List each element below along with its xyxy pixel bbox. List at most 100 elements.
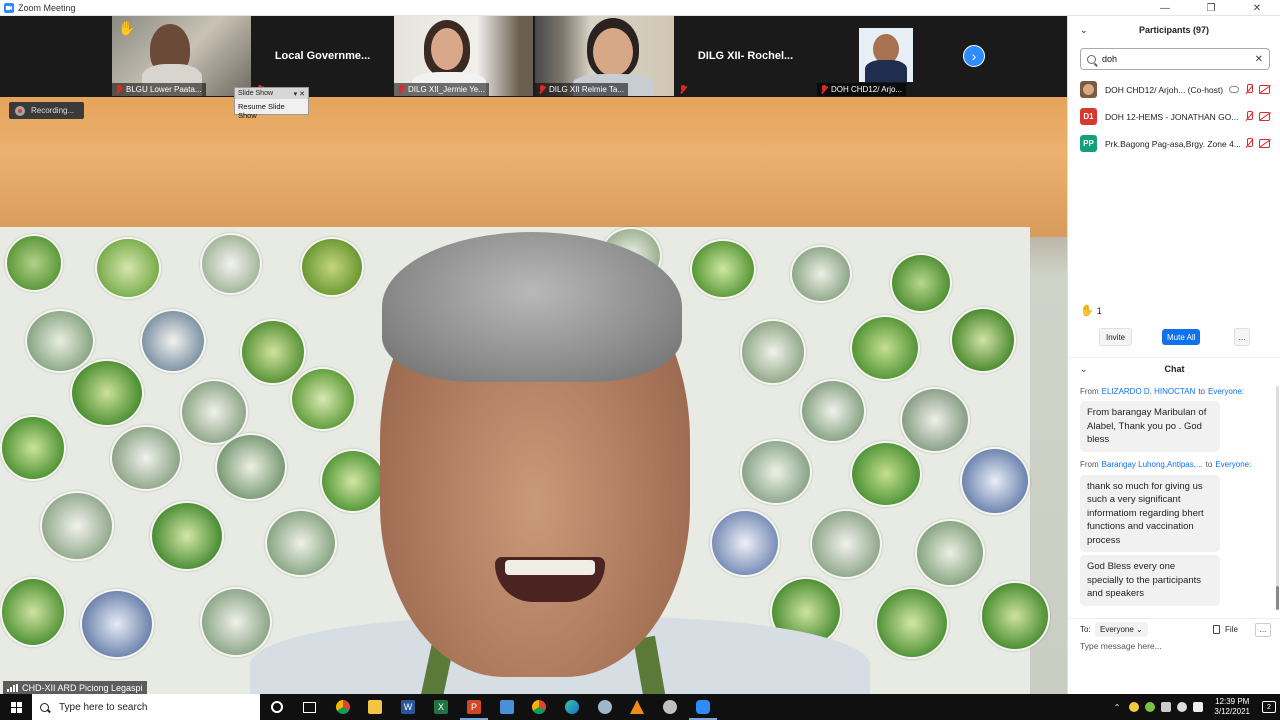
edge-icon[interactable] [563, 698, 581, 716]
powerpoint-icon[interactable]: P [460, 698, 488, 720]
chat-sender[interactable]: ELIZARDO D. HINOCTAN [1102, 387, 1196, 396]
more-options-button[interactable]: ... [1234, 328, 1250, 346]
chat-title: Chat [1164, 363, 1185, 374]
window-titlebar: Zoom Meeting — ❐ ✕ [0, 0, 1280, 16]
speaker-teeth [505, 560, 595, 575]
restore-button[interactable]: ❐ [1188, 0, 1234, 16]
active-speaker-video [0, 97, 1067, 694]
thumbnail-label: DOH CHD12/ Arjo... [817, 83, 907, 96]
seal-decoration [240, 319, 306, 385]
chat-message-input[interactable]: Type message here... [1080, 641, 1162, 651]
tray-app-icon[interactable] [1145, 702, 1156, 712]
background-wall [0, 97, 1067, 237]
chevron-up-icon[interactable]: ⌃ [1114, 703, 1121, 712]
minimize-button[interactable]: — [1142, 0, 1188, 16]
chat-scrollbar[interactable] [1276, 386, 1279, 610]
participant-thumbnail[interactable]: DOH CHD12/ Arjo... [817, 16, 956, 96]
seal-decoration [850, 441, 922, 507]
invite-button[interactable]: Invite [1099, 328, 1133, 346]
volume-icon[interactable] [1193, 702, 1204, 712]
muted-mic-icon [1244, 111, 1254, 122]
recipient-select[interactable]: Everyone ⌄ [1095, 622, 1148, 637]
seal-decoration [790, 245, 852, 303]
cortana-icon[interactable] [268, 698, 286, 716]
seal-decoration [25, 309, 95, 373]
seal-decoration [900, 387, 970, 453]
taskbar-clock[interactable]: 12:39 PM 3/12/2021 [1214, 697, 1250, 717]
participant-thumbnail[interactable]: DILG XII- Rochel... [676, 16, 815, 96]
unknown-app-icon[interactable] [661, 698, 679, 716]
participant-thumbnail[interactable]: DILG XII_Jermie Ye... [394, 16, 533, 96]
seal-decoration [915, 519, 985, 587]
system-tray: ⌃ 12:39 PM 3/12/2021 2 [1114, 694, 1280, 720]
resume-slideshow-button[interactable]: Resume Slide Show [235, 99, 308, 123]
muted-mic-icon [538, 85, 546, 94]
task-view-icon[interactable] [300, 698, 318, 716]
settings-icon[interactable] [596, 698, 614, 716]
seal-decoration [300, 237, 364, 297]
chevron-right-icon: › [971, 48, 977, 64]
collapse-chevron-icon[interactable]: ⌄ [1080, 364, 1088, 375]
store-icon[interactable] [498, 698, 516, 716]
participant-search-input[interactable]: doh ✕ [1080, 48, 1270, 70]
participant-thumbnail[interactable]: DILG XII Relmie Ta... [535, 16, 674, 96]
participant-thumbnail[interactable]: Local Governme... [253, 16, 392, 96]
battery-icon[interactable] [1161, 702, 1172, 712]
avatar: D1 [1080, 108, 1097, 125]
vlc-icon[interactable] [628, 698, 646, 716]
excel-icon[interactable]: X [432, 698, 450, 716]
recording-icon [15, 105, 25, 116]
file-button[interactable]: File [1213, 625, 1238, 634]
chrome-icon[interactable] [334, 698, 352, 716]
network-icon[interactable] [1177, 702, 1188, 712]
participant-name: Local Governme... [274, 50, 371, 62]
seal-decoration [40, 491, 114, 561]
video-off-icon [1259, 139, 1270, 148]
raised-hand-icon: ✋ [118, 20, 136, 36]
slideshow-toolbar: Slide Show ▾ ✕ Resume Slide Show [234, 87, 309, 120]
raised-hand-icon: ✋ [1080, 305, 1094, 317]
close-window-button[interactable]: ✕ [1234, 0, 1280, 16]
seal-decoration [150, 501, 224, 571]
participant-row[interactable]: DOH CHD12/ Arjoh... (Co-host) [1068, 76, 1280, 103]
word-icon[interactable]: W [399, 698, 417, 716]
seal-decoration [95, 237, 161, 299]
taskbar-search-box[interactable]: Type here to search [32, 694, 260, 720]
seal-decoration [200, 233, 262, 295]
chat-sender[interactable]: Barangay Luhong,Antipas,... [1102, 460, 1203, 469]
mute-all-button[interactable]: Mute All [1162, 329, 1201, 345]
chat-message-header: From Barangay Luhong,Antipas,... to Ever… [1080, 460, 1252, 469]
seal-decoration [875, 587, 949, 659]
video-area: ✋ BLGU Lower Paata... Local Governme... … [0, 16, 1067, 695]
zoom-app-icon [4, 2, 14, 13]
file-explorer-icon[interactable] [366, 698, 384, 716]
seal-decoration [110, 425, 182, 491]
active-speaker-label: CHD-XII ARD Piciong Legaspi [3, 681, 147, 695]
start-button[interactable] [0, 694, 32, 720]
notifications-icon[interactable]: 2 [1262, 701, 1276, 713]
zoom-icon[interactable] [689, 698, 717, 720]
chrome-icon[interactable] [530, 698, 548, 716]
seal-decoration [0, 415, 66, 481]
slideshow-title: Slide Show [238, 90, 274, 97]
chat-more-button[interactable]: ... [1255, 622, 1271, 637]
clear-search-icon[interactable]: ✕ [1255, 54, 1263, 65]
to-label: To: [1080, 625, 1091, 634]
chat-message: From barangay Maribulan of Alabel, Thank… [1080, 401, 1220, 452]
muted-mic-icon [1244, 138, 1254, 149]
collapse-chevron-icon[interactable]: ⌄ [1080, 25, 1088, 36]
thumbnail-label: DILG XII Relmie Ta... [535, 83, 628, 96]
participant-thumbnail[interactable]: ✋ BLGU Lower Paata... [112, 16, 251, 96]
participant-row[interactable]: PP Prk.Bagong Pag-asa,Brgy. Zone 4... [1068, 130, 1280, 157]
next-page-button[interactable]: › [963, 45, 985, 67]
seal-decoration [690, 239, 756, 299]
participant-row[interactable]: D1 DOH 12-HEMS - JONATHAN GO... [1068, 103, 1280, 130]
chevron-down-icon: ⌄ [1136, 625, 1143, 634]
speaker-hair [382, 232, 682, 382]
recording-indicator[interactable]: Recording... [9, 102, 85, 119]
thumbnail-strip: ✋ BLGU Lower Paata... Local Governme... … [0, 16, 1067, 97]
slideshow-dropdown-icon[interactable]: ▾ ✕ [294, 90, 305, 98]
thumbnail-label: DILG XII_Jermie Ye... [394, 83, 489, 96]
search-icon [38, 700, 51, 714]
tray-app-icon[interactable] [1129, 702, 1140, 712]
